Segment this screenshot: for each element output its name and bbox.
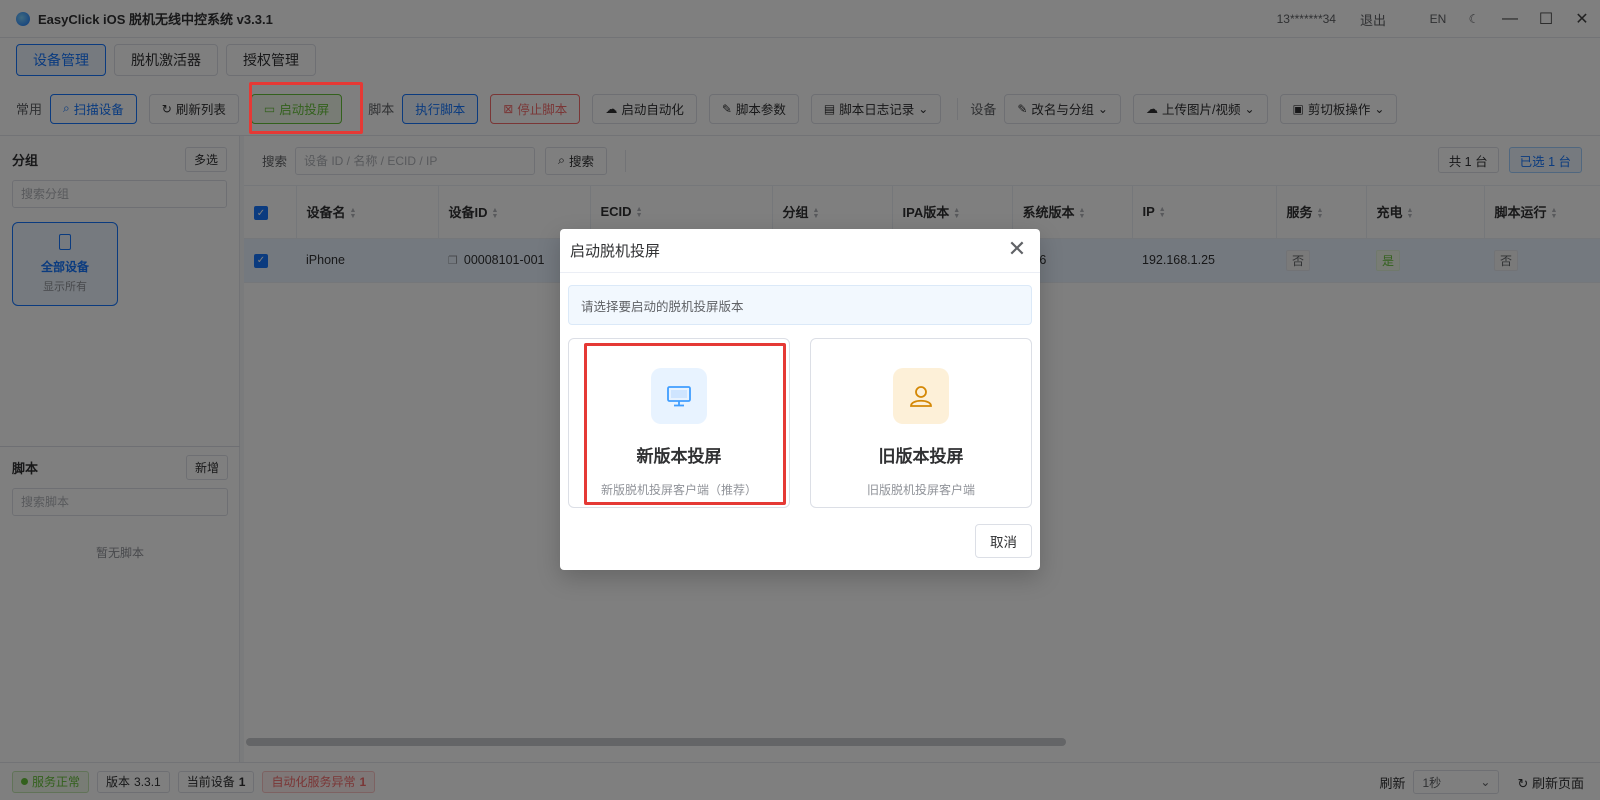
dialog-title: 启动脱机投屏 <box>560 229 1040 273</box>
cast-options: 新版本投屏 新版脱机投屏客户端（推荐） 旧版本投屏 旧版脱机投屏客户端 <box>568 338 1032 508</box>
cancel-button[interactable]: 取消 <box>975 524 1032 558</box>
old-version-title: 旧版本投屏 <box>878 447 964 466</box>
new-version-option[interactable]: 新版本投屏 新版脱机投屏客户端（推荐） <box>568 338 790 508</box>
old-version-desc: 旧版脱机投屏客户端 <box>866 483 975 497</box>
new-version-title: 新版本投屏 <box>636 447 722 466</box>
user-icon <box>893 368 949 424</box>
cast-dialog: 启动脱机投屏 ✕ 请选择要启动的脱机投屏版本 新版本投屏 新版脱机投屏客户端（推… <box>560 229 1040 570</box>
dialog-tip: 请选择要启动的脱机投屏版本 <box>568 285 1032 325</box>
monitor-icon <box>651 368 707 424</box>
dialog-footer: 取消 <box>975 524 1032 558</box>
old-version-option[interactable]: 旧版本投屏 旧版脱机投屏客户端 <box>810 338 1032 508</box>
close-icon[interactable]: ✕ <box>1006 238 1028 261</box>
new-version-desc: 新版脱机投屏客户端（推荐） <box>600 483 757 497</box>
